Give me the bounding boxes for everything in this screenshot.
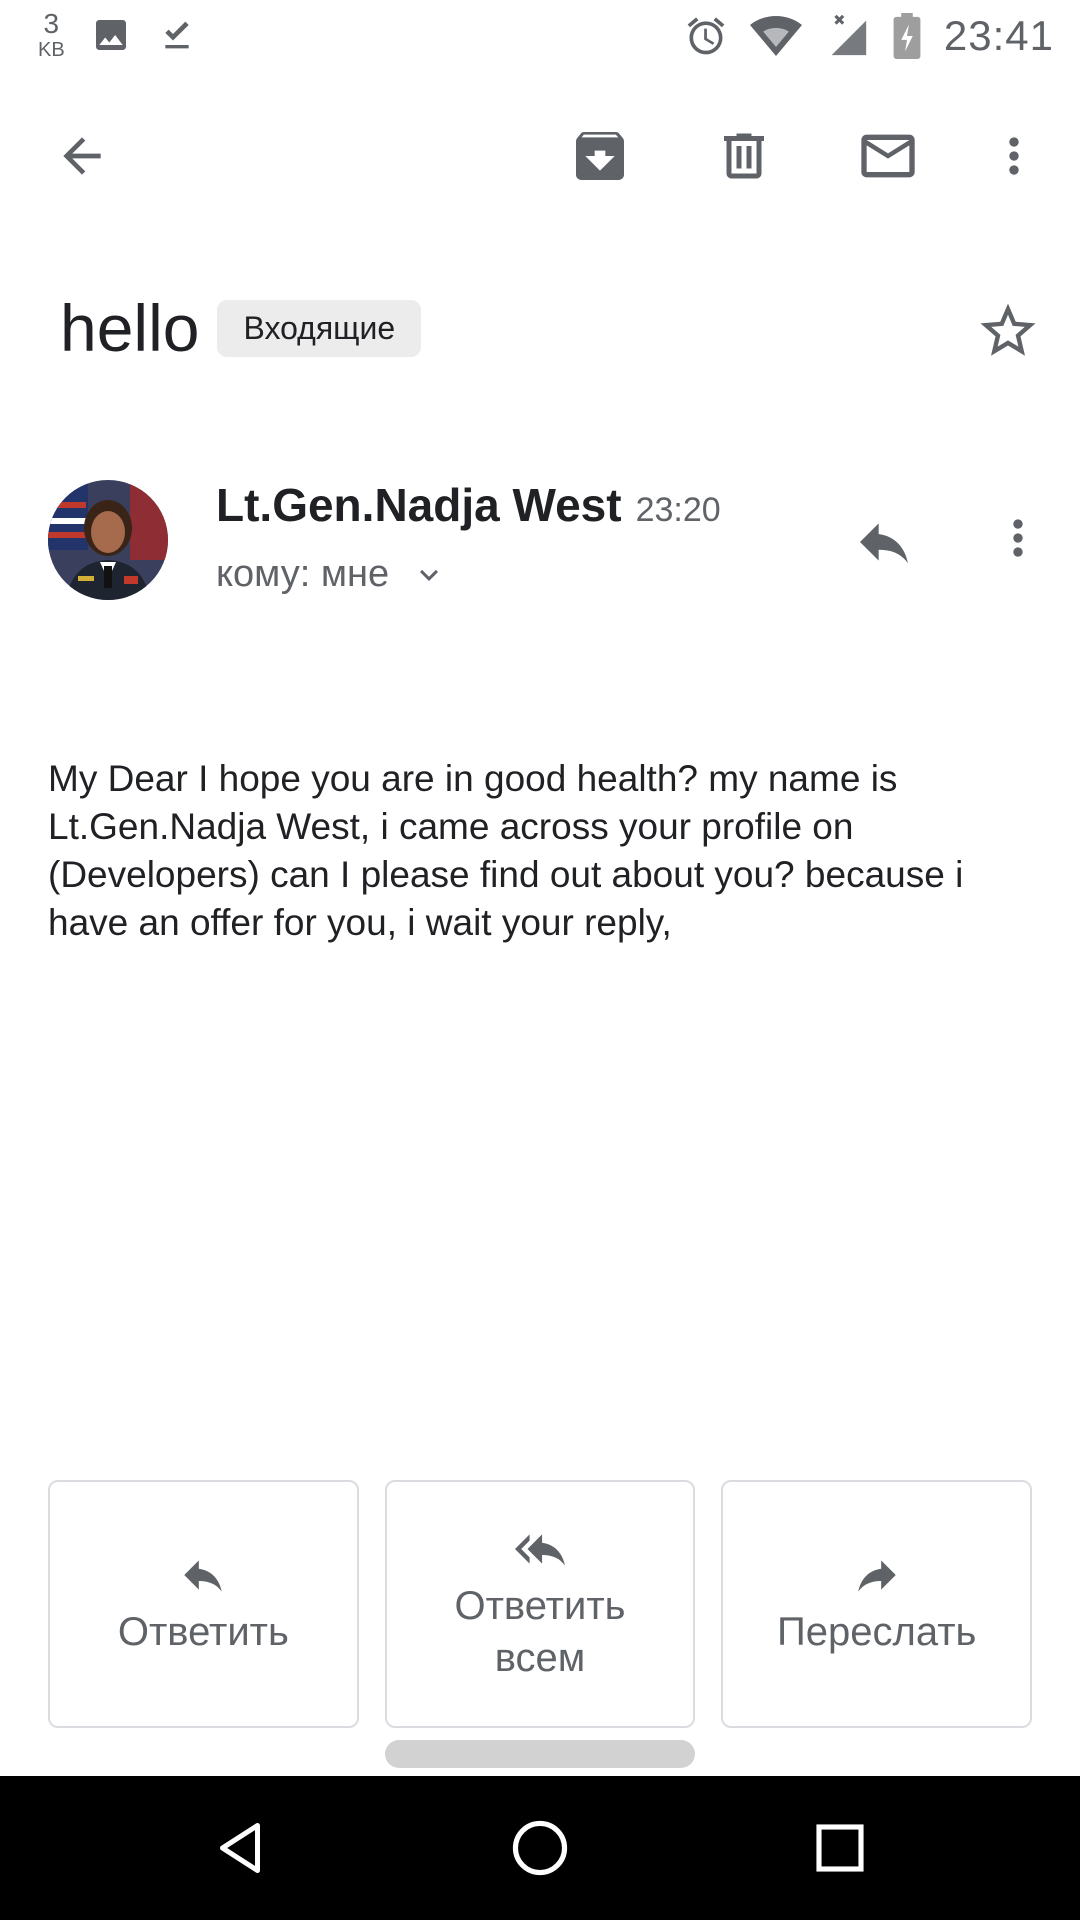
sender-avatar[interactable] bbox=[48, 480, 168, 600]
status-bar: 3 KB 23:41 bbox=[0, 0, 1080, 72]
battery-charging-icon bbox=[892, 13, 922, 59]
nav-back-icon bbox=[220, 1823, 260, 1873]
reply-icon bbox=[184, 1560, 223, 1592]
data-amount: 3 bbox=[43, 8, 60, 39]
message-toolbar bbox=[0, 100, 1080, 210]
scroll-handle[interactable] bbox=[385, 1740, 695, 1768]
status-bar-left: 3 KB bbox=[38, 10, 197, 60]
status-time: 23:41 bbox=[943, 12, 1054, 59]
wifi-icon bbox=[749, 14, 802, 58]
trash-icon bbox=[724, 133, 764, 179]
archive-button[interactable] bbox=[564, 120, 636, 192]
data-usage-indicator: 3 KB bbox=[38, 8, 65, 61]
inbox-label-chip[interactable]: Входящие bbox=[217, 299, 422, 357]
sender-name: Lt.Gen.Nadja West bbox=[216, 479, 622, 531]
forward-icon bbox=[857, 1560, 896, 1592]
nav-home-button[interactable] bbox=[498, 1806, 582, 1890]
star-button[interactable] bbox=[975, 298, 1041, 369]
email-subject: hello bbox=[60, 291, 200, 365]
reply-label: Ответить bbox=[117, 1610, 289, 1654]
forward-label: Переслать bbox=[777, 1610, 977, 1654]
reply-all-label: Ответить всем bbox=[454, 1584, 626, 1680]
more-vert-icon bbox=[1013, 519, 1023, 557]
delete-button[interactable] bbox=[708, 120, 780, 192]
system-navigation-bar bbox=[0, 1776, 1080, 1920]
mark-unread-button[interactable] bbox=[852, 120, 924, 192]
back-button[interactable] bbox=[46, 120, 118, 192]
chevron-down-icon bbox=[420, 569, 439, 581]
status-bar-right: 23:41 bbox=[684, 12, 1054, 60]
message-actions: Ответить Ответить всем Переслать bbox=[48, 1480, 1033, 1728]
recipient-text: кому: мне bbox=[216, 553, 390, 595]
gmail-message-screen: 3 KB 23:41 hello Входящие Lt.Gen.Nadja W… bbox=[0, 0, 1080, 1920]
mail-icon bbox=[861, 134, 915, 178]
recipient-details-toggle[interactable]: кому: мне bbox=[216, 553, 447, 596]
subject-row: hello Входящие bbox=[60, 290, 422, 366]
nav-recents-icon bbox=[816, 1824, 864, 1872]
arrow-back-icon bbox=[63, 137, 101, 175]
reply-all-button[interactable]: Ответить всем bbox=[384, 1480, 696, 1728]
sender-line[interactable]: Lt.Gen.Nadja West 23:20 bbox=[216, 478, 721, 532]
alarm-icon bbox=[684, 14, 728, 58]
quick-reply-button[interactable] bbox=[852, 510, 916, 579]
data-unit: KB bbox=[38, 39, 65, 61]
nav-recents-button[interactable] bbox=[798, 1806, 882, 1890]
reply-all-icon bbox=[515, 1534, 565, 1566]
sent-time: 23:20 bbox=[635, 491, 721, 529]
star-outline-icon bbox=[980, 303, 1036, 356]
image-icon bbox=[91, 15, 131, 55]
more-options-button[interactable] bbox=[978, 120, 1050, 192]
cell-signal-icon bbox=[824, 13, 870, 59]
forward-button[interactable]: Переслать bbox=[721, 1480, 1033, 1728]
reply-button[interactable]: Ответить bbox=[48, 1480, 359, 1728]
nav-home-icon bbox=[512, 1820, 568, 1876]
message-more-button[interactable] bbox=[990, 510, 1046, 571]
more-vert-icon bbox=[1009, 137, 1019, 175]
email-body: My Dear I hope you are in good health? m… bbox=[48, 758, 964, 943]
download-done-icon bbox=[157, 13, 197, 57]
archive-icon bbox=[576, 132, 624, 180]
nav-back-button[interactable] bbox=[198, 1806, 282, 1890]
reply-icon bbox=[860, 523, 908, 564]
avatar-photo bbox=[48, 480, 168, 600]
